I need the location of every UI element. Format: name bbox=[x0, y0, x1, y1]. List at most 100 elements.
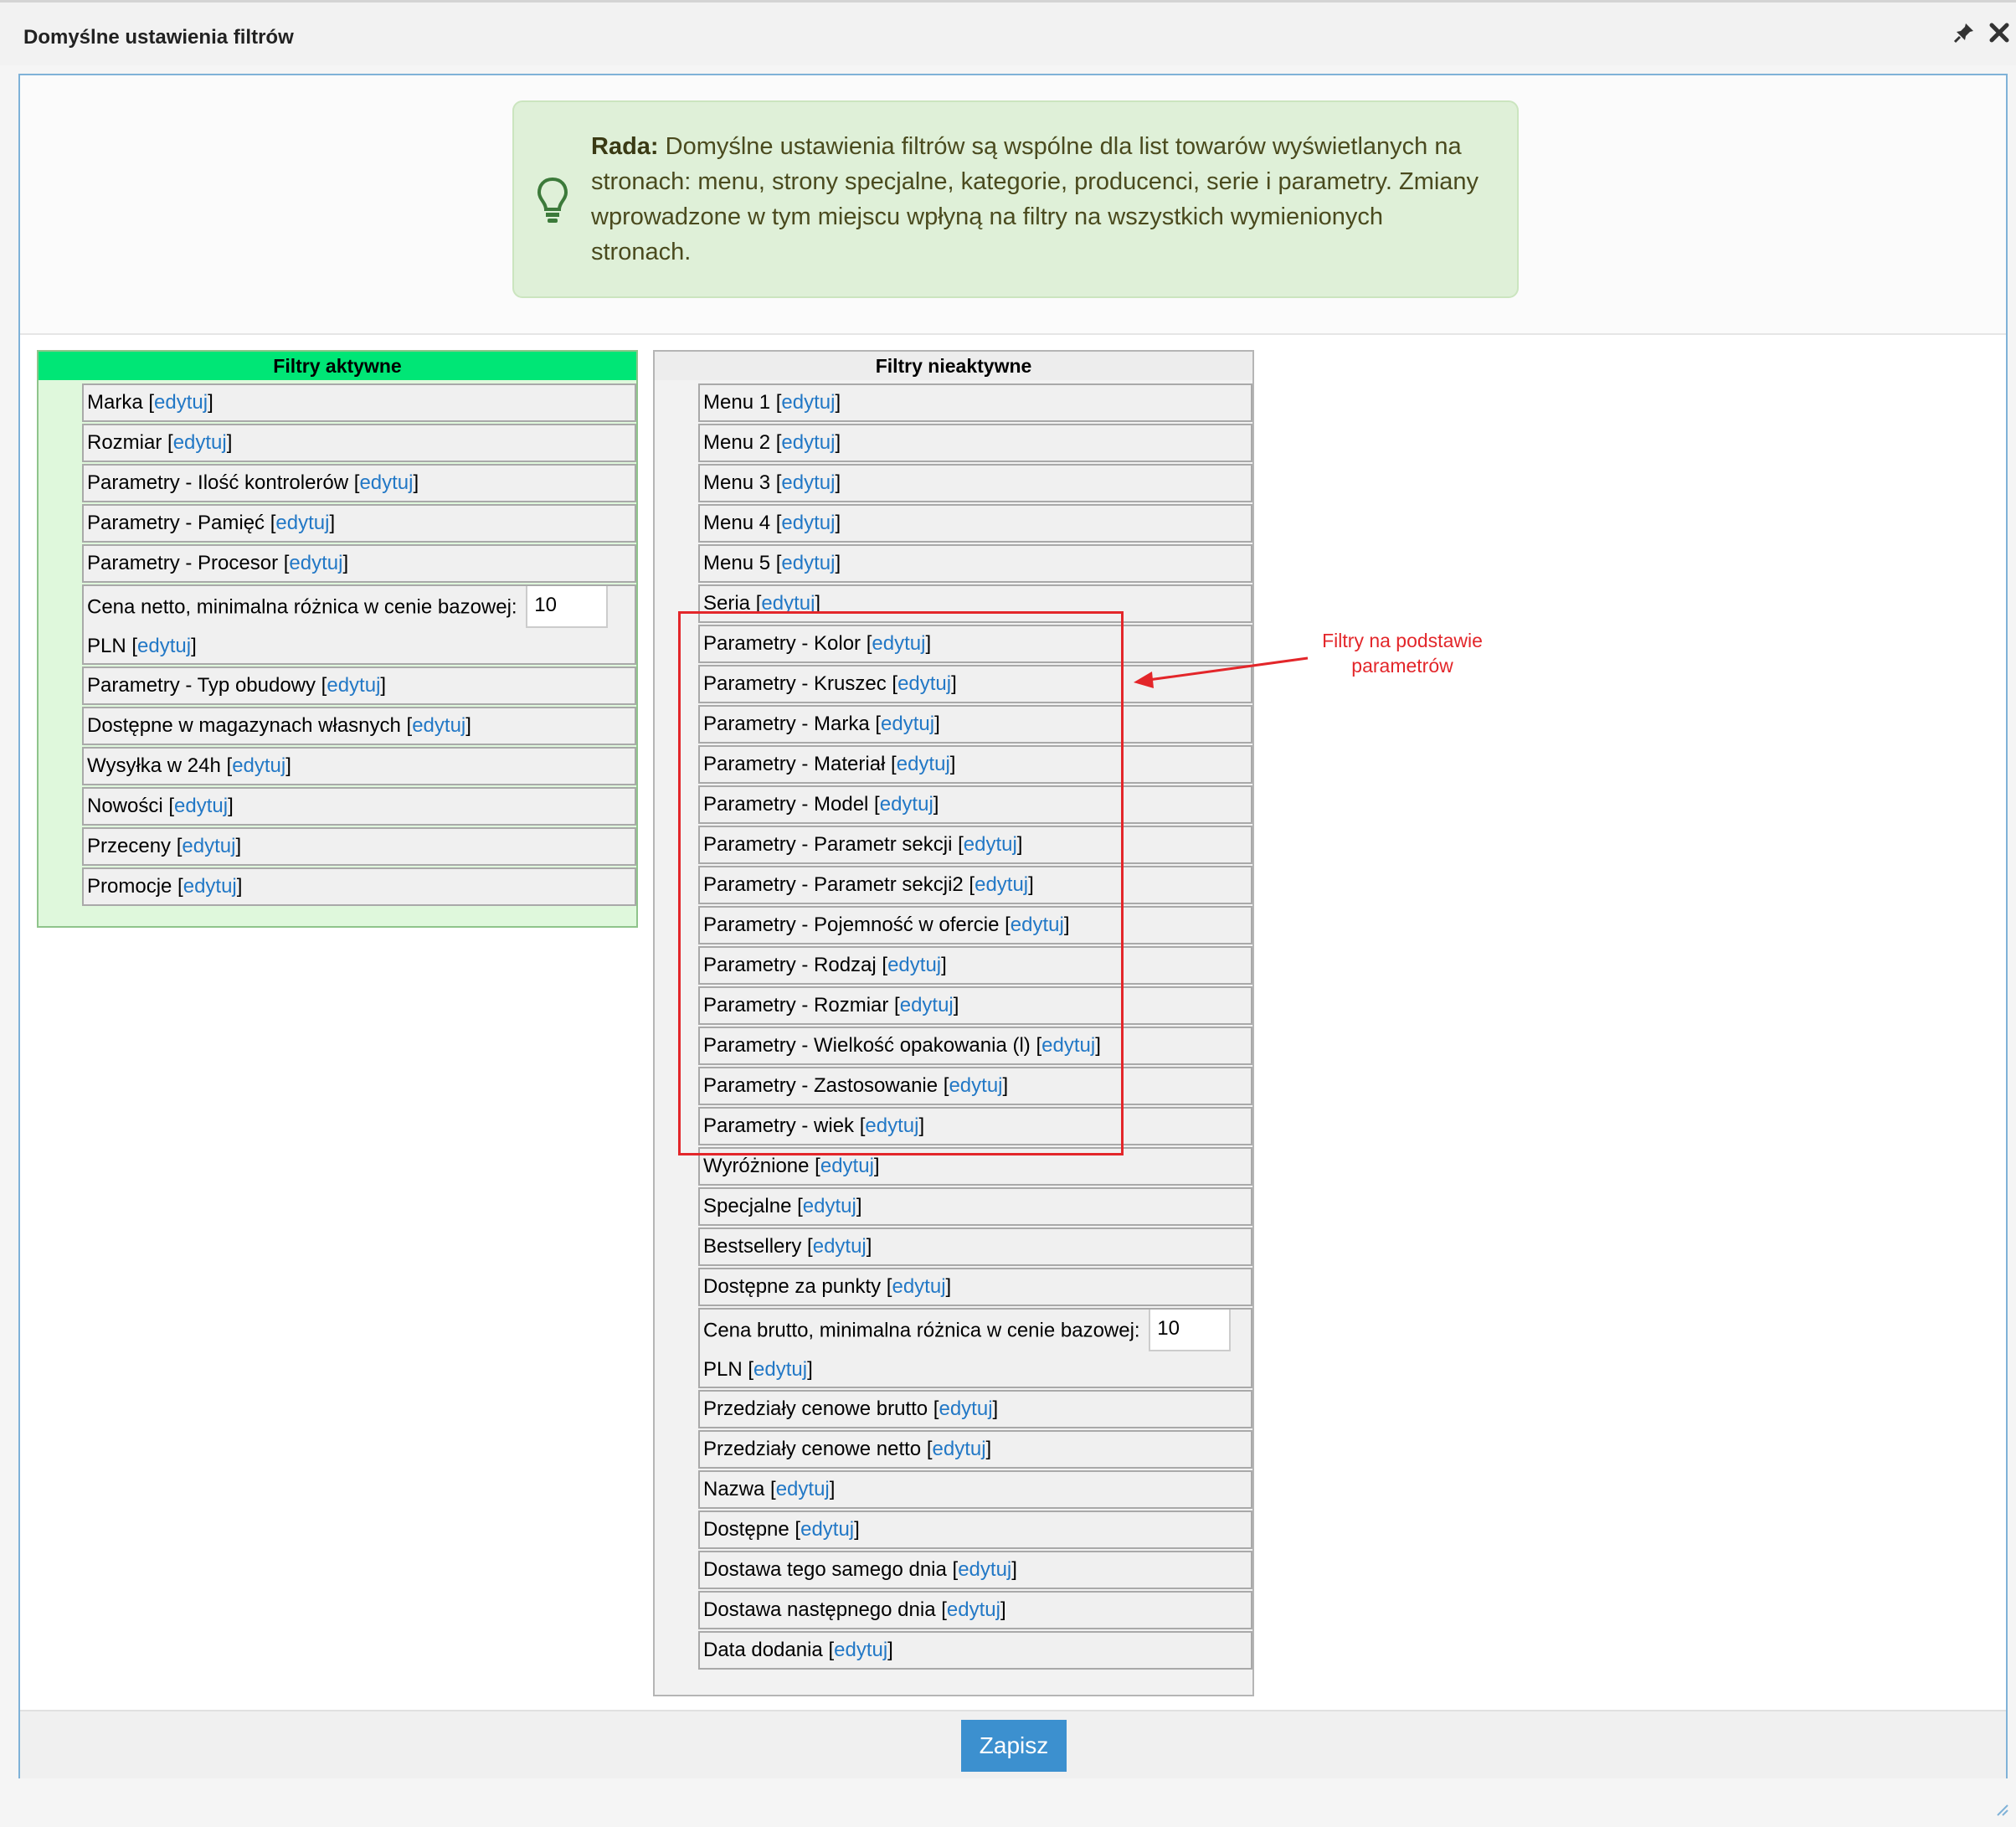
active-filters-panel[interactable]: Filtry aktywne Marka [edytuj] Rozmiar [ed… bbox=[37, 350, 638, 928]
active-filters-list[interactable]: Marka [edytuj] Rozmiar [edytuj] Parametry … bbox=[82, 382, 636, 908]
filter-item[interactable]: Cena netto, minimalna różnica w cenie ba… bbox=[82, 584, 636, 665]
inactive-filters-panel[interactable]: Filtry nieaktywne Menu 1 [edytuj] Menu 2 … bbox=[653, 350, 1254, 1696]
edit-link[interactable]: edytuj bbox=[781, 391, 835, 414]
filter-item[interactable]: Parametry - Rodzaj [edytuj] bbox=[698, 946, 1252, 985]
filter-item[interactable]: Data dodania [edytuj] bbox=[698, 1631, 1252, 1670]
filter-item[interactable]: Nazwa [edytuj] bbox=[698, 1470, 1252, 1509]
filter-item[interactable]: Parametry - Parametr sekcji [edytuj] bbox=[698, 826, 1252, 864]
filter-item[interactable]: Dostawa tego samego dnia [edytuj] bbox=[698, 1551, 1252, 1589]
filter-item[interactable]: Parametry - Wielkość opakowania (l) [edy… bbox=[698, 1027, 1252, 1065]
edit-link[interactable]: edytuj bbox=[753, 1358, 807, 1381]
edit-link[interactable]: edytuj bbox=[892, 1275, 945, 1298]
filter-item[interactable]: Parametry - Pamięć [edytuj] bbox=[82, 504, 636, 543]
edit-link[interactable]: edytuj bbox=[880, 793, 933, 816]
filter-item[interactable]: Menu 4 [edytuj] bbox=[698, 504, 1252, 543]
edit-link[interactable]: edytuj bbox=[813, 1235, 867, 1258]
filter-item[interactable]: Parametry - Kruszec [edytuj] bbox=[698, 665, 1252, 703]
filter-item[interactable]: Menu 2 [edytuj] bbox=[698, 424, 1252, 462]
filter-label: Bestsellery bbox=[703, 1235, 802, 1258]
filter-item[interactable]: Nowości [edytuj] bbox=[82, 787, 636, 826]
filter-item[interactable]: Przedziały cenowe netto [edytuj] bbox=[698, 1430, 1252, 1469]
edit-link[interactable]: edytuj bbox=[933, 1438, 986, 1460]
filter-item[interactable]: Parametry - Model [edytuj] bbox=[698, 785, 1252, 824]
filter-item[interactable]: Menu 3 [edytuj] bbox=[698, 464, 1252, 502]
filter-item[interactable]: Dostępne [edytuj] bbox=[698, 1510, 1252, 1549]
edit-link[interactable]: edytuj bbox=[275, 512, 329, 534]
filter-item[interactable]: Seria [edytuj] bbox=[698, 584, 1252, 623]
edit-link[interactable]: edytuj bbox=[359, 471, 413, 494]
edit-link[interactable]: edytuj bbox=[897, 753, 950, 775]
filter-item[interactable]: Marka [edytuj] bbox=[82, 383, 636, 422]
filter-item[interactable]: Cena brutto, minimalna różnica w cenie b… bbox=[698, 1308, 1252, 1388]
edit-link[interactable]: edytuj bbox=[1041, 1034, 1095, 1057]
edit-link[interactable]: edytuj bbox=[964, 833, 1017, 856]
price-difference-input[interactable] bbox=[1149, 1310, 1232, 1351]
filter-item[interactable]: Parametry - Procesor [edytuj] bbox=[82, 544, 636, 583]
filter-item[interactable]: Promocje [edytuj] bbox=[82, 867, 636, 906]
dialog-titlebar[interactable]: Domyślne ustawienia filtrów bbox=[0, 0, 2016, 65]
filter-item[interactable]: Dostawa następnego dnia [edytuj] bbox=[698, 1591, 1252, 1629]
edit-link[interactable]: edytuj bbox=[820, 1155, 874, 1177]
filter-item[interactable]: Bestsellery [edytuj] bbox=[698, 1227, 1252, 1266]
edit-link[interactable]: edytuj bbox=[975, 873, 1028, 896]
edit-link[interactable]: edytuj bbox=[1011, 914, 1064, 936]
edit-link[interactable]: edytuj bbox=[412, 714, 465, 737]
edit-link[interactable]: edytuj bbox=[137, 635, 191, 657]
save-button[interactable]: Zapisz bbox=[961, 1720, 1067, 1772]
tip-label: Rada: bbox=[591, 133, 659, 160]
edit-link[interactable]: edytuj bbox=[803, 1195, 856, 1217]
edit-link[interactable]: edytuj bbox=[182, 835, 235, 857]
edit-link[interactable]: edytuj bbox=[232, 754, 285, 777]
edit-link[interactable]: edytuj bbox=[173, 431, 227, 454]
edit-link[interactable]: edytuj bbox=[781, 512, 835, 534]
filter-item[interactable]: Parametry - Pojemność w ofercie [edytuj] bbox=[698, 906, 1252, 944]
edit-link[interactable]: edytuj bbox=[154, 391, 208, 414]
filter-item[interactable]: Parametry - wiek [edytuj] bbox=[698, 1107, 1252, 1145]
filter-item[interactable]: Przedziały cenowe brutto [edytuj] bbox=[698, 1390, 1252, 1428]
filter-item[interactable]: Parametry - Parametr sekcji2 [edytuj] bbox=[698, 866, 1252, 904]
edit-link[interactable]: edytuj bbox=[834, 1639, 887, 1661]
pin-icon[interactable] bbox=[1951, 19, 1977, 46]
filter-item[interactable]: Parametry - Marka [edytuj] bbox=[698, 705, 1252, 744]
edit-link[interactable]: edytuj bbox=[183, 875, 237, 898]
filter-item[interactable]: Menu 5 [edytuj] bbox=[698, 544, 1252, 583]
edit-link[interactable]: edytuj bbox=[872, 632, 925, 655]
edit-link[interactable]: edytuj bbox=[947, 1598, 1000, 1621]
filter-item[interactable]: Wysyłka w 24h [edytuj] bbox=[82, 747, 636, 785]
edit-link[interactable]: edytuj bbox=[776, 1478, 830, 1500]
edit-link[interactable]: edytuj bbox=[897, 672, 951, 695]
edit-link[interactable]: edytuj bbox=[289, 552, 342, 574]
filter-item[interactable]: Rozmiar [edytuj] bbox=[82, 424, 636, 462]
edit-link[interactable]: edytuj bbox=[800, 1518, 854, 1541]
filter-item[interactable]: Parametry - Kolor [edytuj] bbox=[698, 625, 1252, 663]
filter-item[interactable]: Parametry - Rozmiar [edytuj] bbox=[698, 986, 1252, 1025]
edit-link[interactable]: edytuj bbox=[781, 471, 835, 494]
edit-link[interactable]: edytuj bbox=[865, 1114, 918, 1137]
filter-item[interactable]: Specjalne [edytuj] bbox=[698, 1187, 1252, 1226]
price-difference-input[interactable] bbox=[526, 586, 609, 628]
edit-link[interactable]: edytuj bbox=[174, 795, 228, 817]
filter-item[interactable]: Parametry - Typ obudowy [edytuj] bbox=[82, 666, 636, 705]
edit-link[interactable]: edytuj bbox=[781, 431, 835, 454]
filter-item[interactable]: Wyróżnione [edytuj] bbox=[698, 1147, 1252, 1186]
edit-link[interactable]: edytuj bbox=[327, 674, 380, 697]
filter-item[interactable]: Parametry - Ilość kontrolerów [edytuj] bbox=[82, 464, 636, 502]
edit-link[interactable]: edytuj bbox=[958, 1558, 1011, 1581]
filter-item[interactable]: Dostępne za punkty [edytuj] bbox=[698, 1268, 1252, 1306]
filter-item[interactable]: Dostępne w magazynach własnych [edytuj] bbox=[82, 707, 636, 745]
inactive-filters-list[interactable]: Menu 1 [edytuj] Menu 2 [edytuj] Menu 3 [ed… bbox=[698, 382, 1252, 1671]
edit-link[interactable]: edytuj bbox=[761, 592, 815, 615]
resize-handle-icon[interactable] bbox=[1993, 1800, 2009, 1817]
filter-item[interactable]: Przeceny [edytuj] bbox=[82, 827, 636, 866]
filter-label: Cena brutto, minimalna różnica w cenie b… bbox=[703, 1319, 1140, 1342]
filter-item[interactable]: Parametry - Materiał [edytuj] bbox=[698, 745, 1252, 784]
edit-link[interactable]: edytuj bbox=[900, 994, 954, 1016]
filter-item[interactable]: Menu 1 [edytuj] bbox=[698, 383, 1252, 422]
edit-link[interactable]: edytuj bbox=[881, 713, 934, 735]
edit-link[interactable]: edytuj bbox=[939, 1397, 992, 1420]
edit-link[interactable]: edytuj bbox=[887, 954, 941, 976]
edit-link[interactable]: edytuj bbox=[949, 1074, 1002, 1097]
filter-item[interactable]: Parametry - Zastosowanie [edytuj] bbox=[698, 1067, 1252, 1105]
edit-link[interactable]: edytuj bbox=[781, 552, 835, 574]
close-icon[interactable] bbox=[1986, 19, 2013, 46]
